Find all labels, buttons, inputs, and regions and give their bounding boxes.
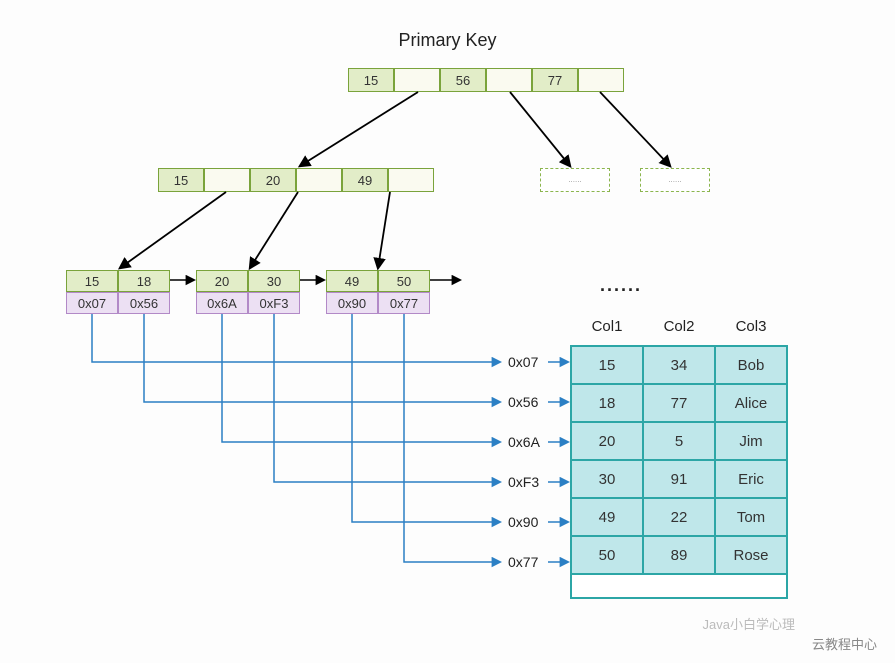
table-row: 3091Eric [571, 460, 787, 498]
leaf0-p0: 0x07 [66, 292, 118, 314]
table-row: 4922Tom [571, 498, 787, 536]
leaf-0: 15 18 0x07 0x56 [66, 270, 170, 314]
leaf1-k0: 20 [196, 270, 248, 292]
leaf-2: 49 50 0x90 0x77 [326, 270, 430, 314]
table-empty-row [571, 574, 787, 598]
addr-3: 0xF3 [508, 474, 539, 490]
col-header-1: Col2 [643, 310, 715, 346]
footer-credit: 云教程中心 [812, 634, 877, 653]
root-gap-1 [486, 68, 532, 92]
leaf2-p0: 0x90 [326, 292, 378, 314]
root-key-1: 56 [440, 68, 486, 92]
addr-0: 0x07 [508, 354, 538, 370]
leaf2-k0: 49 [326, 270, 378, 292]
table-header-row: Col1 Col2 Col3 [571, 310, 787, 346]
leaf1-k1: 30 [248, 270, 300, 292]
leaf2-p1: 0x77 [378, 292, 430, 314]
root-gap-2 [578, 68, 624, 92]
leaf2-k1: 50 [378, 270, 430, 292]
leaf0-p1: 0x56 [118, 292, 170, 314]
watermark-text: Java小白学心理 [703, 614, 795, 633]
addr-1: 0x56 [508, 394, 538, 410]
addr-4: 0x90 [508, 514, 538, 530]
table-row: 1534Bob [571, 346, 787, 384]
table-row: 1877Alice [571, 384, 787, 422]
diagram-title: Primary Key [398, 30, 496, 51]
leaf-1: 20 30 0x6A 0xF3 [196, 270, 300, 314]
int-key-2: 49 [342, 168, 388, 192]
col-header-0: Col1 [571, 310, 643, 346]
root-gap-0 [394, 68, 440, 92]
data-table: Col1 Col2 Col3 1534Bob 1877Alice 205Jim … [570, 310, 788, 599]
root-key-2: 77 [532, 68, 578, 92]
int-gap-2 [388, 168, 434, 192]
leaf0-k0: 15 [66, 270, 118, 292]
table-row: 205Jim [571, 422, 787, 460]
int-key-1: 20 [250, 168, 296, 192]
leaf-ellipsis: ...... [600, 275, 642, 296]
placeholder-node-2: ...... [640, 168, 710, 192]
int-gap-1 [296, 168, 342, 192]
addr-5: 0x77 [508, 554, 538, 570]
root-key-0: 15 [348, 68, 394, 92]
internal-node: 15 20 49 [158, 168, 434, 192]
root-node: 15 56 77 [348, 68, 624, 92]
table-row: 5089Rose [571, 536, 787, 574]
int-gap-0 [204, 168, 250, 192]
leaf1-p1: 0xF3 [248, 292, 300, 314]
leaf1-p0: 0x6A [196, 292, 248, 314]
int-key-0: 15 [158, 168, 204, 192]
addr-2: 0x6A [508, 434, 540, 450]
col-header-2: Col3 [715, 310, 787, 346]
leaf0-k1: 18 [118, 270, 170, 292]
placeholder-node-1: ...... [540, 168, 610, 192]
